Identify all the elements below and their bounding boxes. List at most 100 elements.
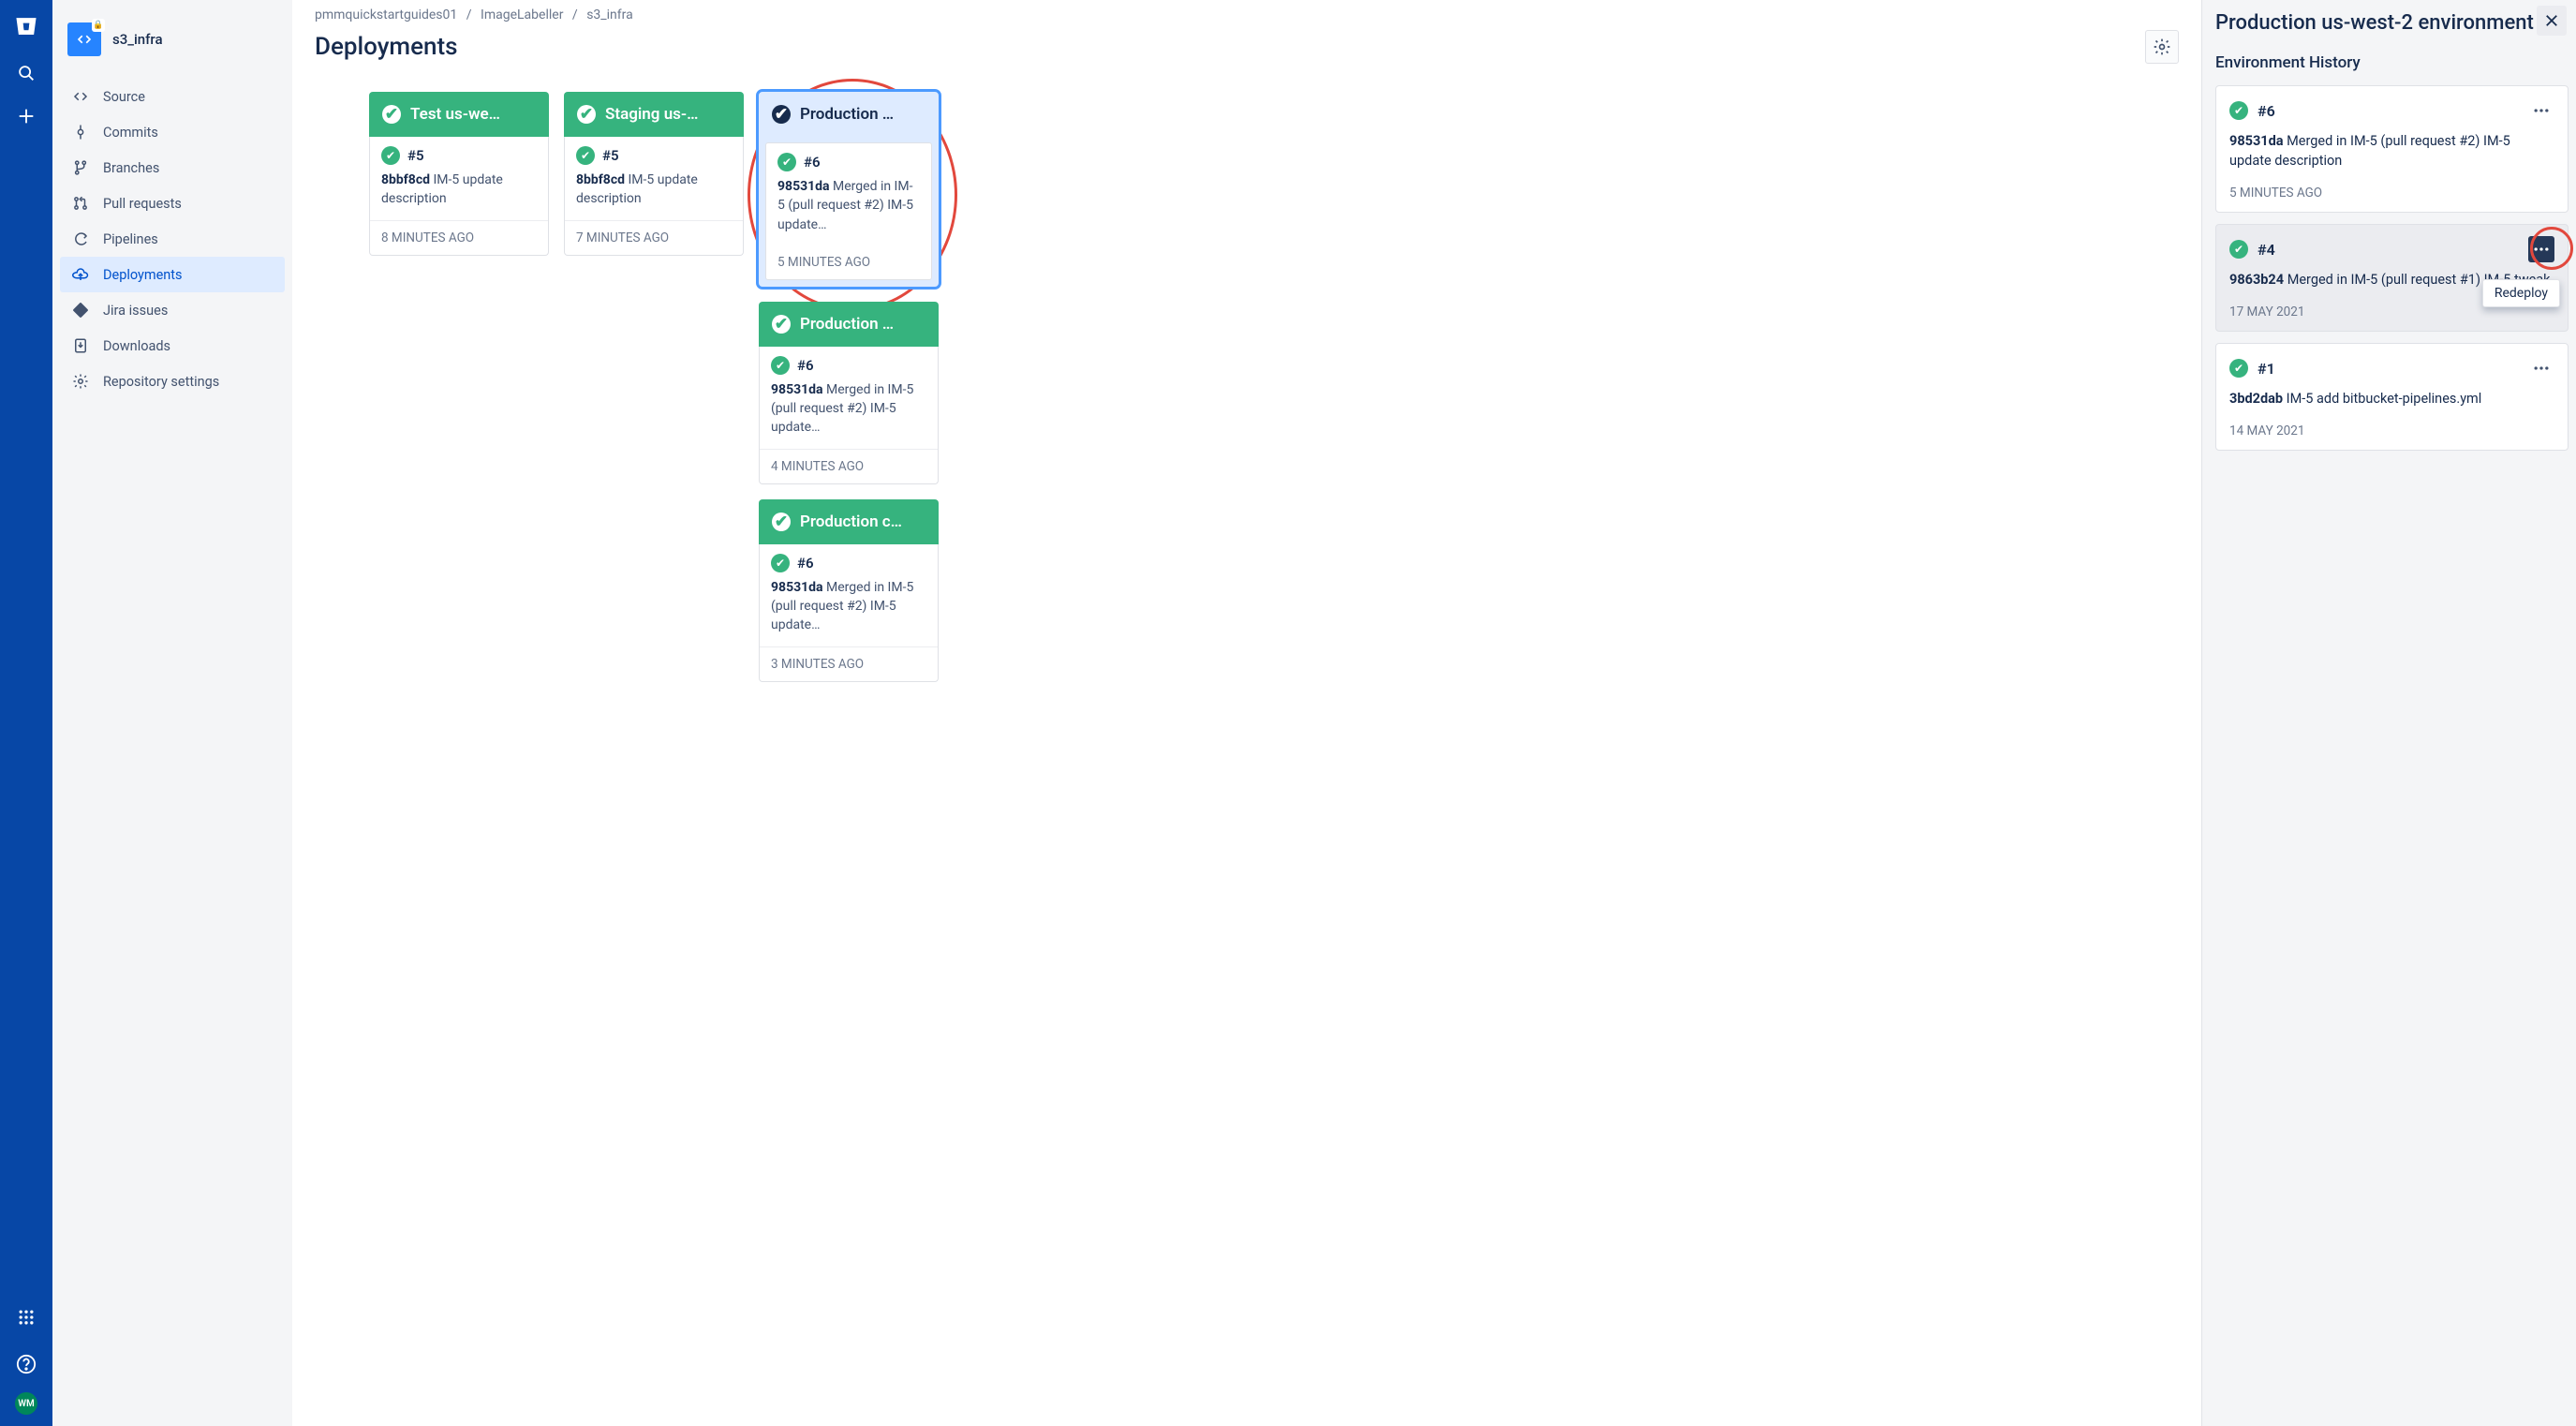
environment-card-test[interactable]: ✔ Test us-we… ✔ #5 8bbf8cd IM-5 update d… <box>369 92 549 256</box>
more-actions-button[interactable] <box>2528 236 2554 262</box>
commit-hash[interactable]: 98531da <box>771 382 823 397</box>
repo-header[interactable]: 🔒 s3_infra <box>60 19 285 73</box>
environment-name: Test us-we… <box>410 105 500 124</box>
sidebar-item-label: Pipelines <box>103 231 158 247</box>
downloads-icon <box>71 336 90 355</box>
environment-card-production[interactable]: ✔ Production c… ✔ #6 98531da Merged in I… <box>759 499 939 682</box>
sidebar-item-label: Repository settings <box>103 374 219 390</box>
check-icon: ✔ <box>771 554 790 572</box>
sidebar-item-label: Branches <box>103 160 159 176</box>
commit-hash[interactable]: 98531da <box>2229 133 2284 149</box>
gear-icon <box>2153 37 2171 56</box>
breadcrumb-link[interactable]: ImageLabeller <box>481 7 563 22</box>
build-number: #1 <box>2258 360 2275 378</box>
more-actions-button[interactable] <box>2528 97 2554 124</box>
repo-icon: 🔒 <box>67 22 101 56</box>
check-icon: ✔ <box>577 105 596 124</box>
breadcrumb: pmmquickstartguides01 / ImageLabeller / … <box>315 7 2179 28</box>
sidebar-item-label: Jira issues <box>103 303 168 319</box>
more-icon <box>2532 359 2551 378</box>
history-card[interactable]: ✔ #4 9863b24 Merged in IM-5 (pull reques… <box>2215 224 2569 332</box>
check-icon: ✔ <box>382 105 401 124</box>
lock-icon: 🔒 <box>92 19 105 32</box>
sidebar-item-deployments[interactable]: Deployments <box>60 257 285 292</box>
commit-hash[interactable]: 3bd2dab <box>2229 391 2283 407</box>
commit-hash[interactable]: 8bbf8cd <box>576 172 625 187</box>
breadcrumb-link[interactable]: s3_infra <box>586 7 633 22</box>
source-icon <box>71 87 90 106</box>
commit-hash[interactable]: 98531da <box>777 179 830 194</box>
gear-icon <box>71 372 90 391</box>
sidebar-item-label: Commits <box>103 125 158 141</box>
environment-name: Staging us-… <box>605 105 698 124</box>
build-number: #6 <box>2258 102 2275 120</box>
search-icon[interactable] <box>7 54 45 92</box>
redeploy-tooltip: Redeploy <box>2482 279 2560 307</box>
sidebar-item-repo-settings[interactable]: Repository settings <box>60 364 285 399</box>
sidebar-item-pull-requests[interactable]: Pull requests <box>60 186 285 221</box>
more-icon <box>2532 101 2551 120</box>
branches-icon <box>71 158 90 177</box>
history-card[interactable]: ✔ #6 98531da Merged in IM-5 (pull reques… <box>2215 85 2569 213</box>
environment-card-production[interactable]: ✔ Production … ✔ #6 98531da Merged in IM… <box>759 302 939 484</box>
repo-sidebar: 🔒 s3_infra Source Commits Branches Pull … <box>52 0 292 1426</box>
breadcrumb-separator: / <box>461 7 478 22</box>
check-icon: ✔ <box>772 512 791 531</box>
deploy-time: 5 MINUTES AGO <box>2216 180 2568 212</box>
environment-name: Production c… <box>800 512 902 531</box>
panel-subtitle: Environment History <box>2215 50 2569 85</box>
build-number: #6 <box>804 154 821 171</box>
jira-icon <box>71 301 90 319</box>
environment-name: Production … <box>800 105 894 124</box>
check-icon: ✔ <box>2229 101 2248 120</box>
repo-name: s3_infra <box>112 31 163 48</box>
page-title: Deployments <box>315 33 458 61</box>
more-actions-button[interactable] <box>2528 355 2554 381</box>
environment-card-staging[interactable]: ✔ Staging us-… ✔ #5 8bbf8cd IM-5 update … <box>564 92 744 256</box>
environment-name: Production … <box>800 315 894 334</box>
history-card[interactable]: ✔ #1 3bd2dab IM-5 add bitbucket-pipeline… <box>2215 343 2569 451</box>
check-icon: ✔ <box>2229 359 2248 378</box>
commit-hash[interactable]: 9863b24 <box>2229 272 2284 288</box>
main-content: pmmquickstartguides01 / ImageLabeller / … <box>292 0 2201 1426</box>
check-icon: ✔ <box>381 146 400 165</box>
sidebar-item-commits[interactable]: Commits <box>60 114 285 150</box>
commit-message: IM-5 add bitbucket-pipelines.yml <box>2287 391 2482 407</box>
create-icon[interactable] <box>7 97 45 135</box>
environment-card-production-selected[interactable]: ✔ Production … ✔ #6 98531da Merged in IM… <box>759 92 939 287</box>
build-number: #4 <box>2258 241 2275 259</box>
sidebar-item-label: Deployments <box>103 267 183 283</box>
check-icon: ✔ <box>2229 240 2248 259</box>
breadcrumb-separator: / <box>567 7 584 22</box>
deployments-board: ✔ Test us-we… ✔ #5 8bbf8cd IM-5 update d… <box>315 73 2179 682</box>
help-icon[interactable] <box>7 1345 45 1383</box>
deploy-time: 4 MINUTES AGO <box>760 449 938 483</box>
environment-history-panel: Production us-west-2 environment Environ… <box>2201 0 2576 1426</box>
sidebar-item-label: Pull requests <box>103 196 182 212</box>
sidebar-item-branches[interactable]: Branches <box>60 150 285 186</box>
build-number: #5 <box>407 147 424 164</box>
pull-requests-icon <box>71 194 90 213</box>
sidebar-item-pipelines[interactable]: Pipelines <box>60 221 285 257</box>
panel-title: Production us-west-2 environment <box>2215 7 2569 50</box>
commit-hash[interactable]: 8bbf8cd <box>381 172 430 187</box>
sidebar-item-source[interactable]: Source <box>60 79 285 114</box>
check-icon: ✔ <box>771 356 790 375</box>
close-button[interactable] <box>2537 6 2567 36</box>
sidebar-item-downloads[interactable]: Downloads <box>60 328 285 364</box>
bitbucket-logo[interactable] <box>11 11 41 41</box>
check-icon: ✔ <box>772 105 791 124</box>
more-icon <box>2532 240 2551 259</box>
deploy-time: 3 MINUTES AGO <box>760 646 938 681</box>
user-avatar[interactable]: WM <box>15 1392 37 1415</box>
deployments-settings-button[interactable] <box>2145 30 2179 64</box>
commit-hash[interactable]: 98531da <box>771 580 823 595</box>
build-number: #6 <box>797 555 814 572</box>
app-switcher-icon[interactable] <box>7 1299 45 1336</box>
sidebar-item-jira-issues[interactable]: Jira issues <box>60 292 285 328</box>
sidebar-item-label: Source <box>103 89 145 105</box>
breadcrumb-link[interactable]: pmmquickstartguides01 <box>315 7 457 22</box>
close-icon <box>2543 12 2560 29</box>
check-icon: ✔ <box>576 146 595 165</box>
deploy-time: 5 MINUTES AGO <box>766 245 931 279</box>
